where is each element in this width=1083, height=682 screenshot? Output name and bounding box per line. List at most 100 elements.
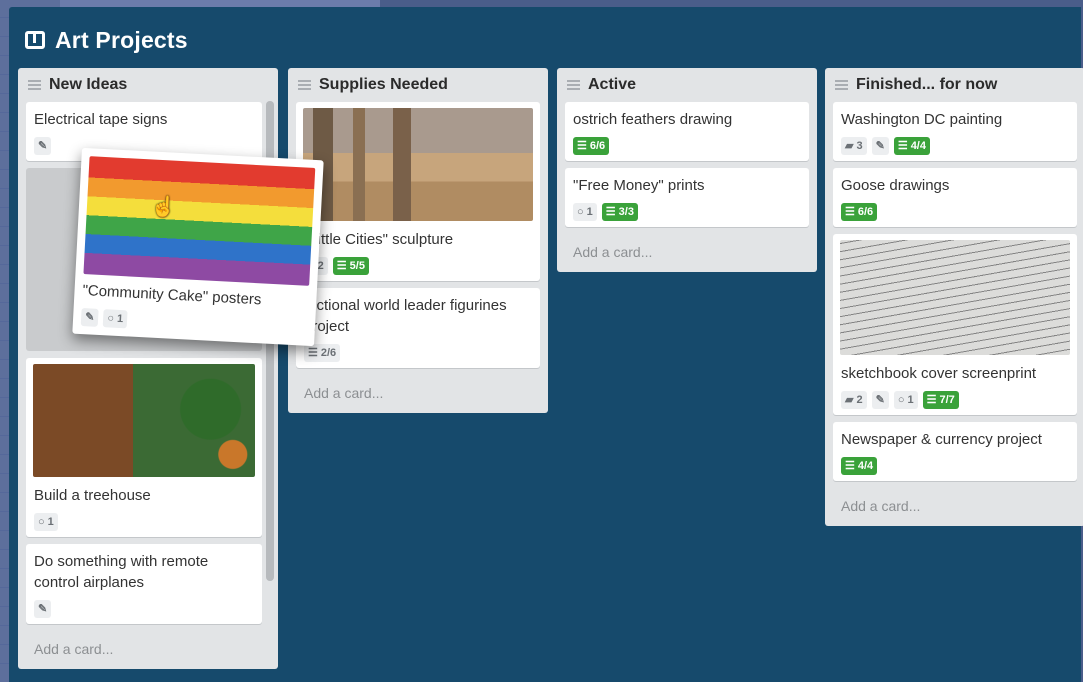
card-title: Electrical tape signs — [34, 111, 168, 128]
list-header: Active — [565, 68, 809, 102]
comments-badge: ○ 1 — [893, 390, 918, 409]
list-title[interactable]: Finished... for now — [856, 76, 997, 94]
card-badges: ☰ 6/6 — [841, 202, 1069, 221]
speech-bubble-icon: ▰ — [845, 140, 854, 152]
checklist-badge: ☰ 4/4 — [893, 136, 930, 155]
card-badges: ☰ 4/4 — [841, 456, 1069, 475]
list-menu-icon[interactable] — [28, 80, 41, 90]
speech-bubble-icon: ▰ — [845, 394, 854, 406]
list-active: Active ostrich feathers drawing ☰ 6/6 "Fr… — [557, 68, 817, 272]
list-finished-for-now: Finished... for now Washington DC painti… — [825, 68, 1083, 526]
card-cover-image — [83, 156, 316, 286]
add-card-button[interactable]: Add a card... — [833, 488, 1077, 526]
board-title[interactable]: Art Projects — [55, 27, 188, 54]
dragged-card-community-cake[interactable]: "Community Cake" posters ✎ ○ 1 ☝ — [72, 147, 324, 347]
checklist-icon: ☰ — [845, 460, 855, 472]
card-little-cities-sculpture[interactable]: "Little Cities" sculpture ○2 ☰5/5 — [296, 102, 540, 281]
checklist-badge: ☰ 2/6 — [304, 343, 341, 362]
list-title[interactable]: Supplies Needed — [319, 76, 448, 94]
card-cover-image — [303, 108, 533, 221]
comments-count: 1 — [47, 515, 54, 528]
checklist-count: 4/4 — [857, 459, 874, 472]
pencil-icon: ✎ — [875, 140, 885, 152]
checklist-count: 6/6 — [589, 139, 606, 152]
card-build-a-treehouse[interactable]: Build a treehouse ○ 1 — [26, 358, 262, 537]
card-title: Do something with remote control airplan… — [34, 553, 209, 591]
card-title: Build a treehouse — [34, 487, 151, 504]
votes-badge: ▰ 2 — [841, 390, 867, 409]
comment-icon: ○ — [107, 311, 115, 325]
votes-count: 2 — [856, 393, 863, 406]
board-icon — [25, 31, 45, 49]
checklist-badge: ☰ 6/6 — [573, 136, 610, 155]
comments-count: 1 — [586, 205, 593, 218]
checklist-count: 3/3 — [618, 205, 634, 218]
checklist-icon: ☰ — [336, 260, 347, 272]
list-header: New Ideas — [26, 68, 270, 102]
checklist-count: 5/5 — [349, 259, 365, 272]
checklist-icon: ☰ — [926, 394, 937, 406]
comments-count: 1 — [907, 393, 914, 406]
list-header: Supplies Needed — [296, 68, 540, 102]
card-washington-dc-painting[interactable]: Washington DC painting ▰ 3 ✎ ☰ 4/4 — [833, 102, 1077, 161]
hand-cursor-icon: ☝ — [150, 195, 177, 219]
list-menu-icon[interactable] — [298, 80, 311, 90]
board-header: Art Projects — [25, 23, 188, 57]
checklist-icon: ☰ — [845, 206, 855, 218]
checklist-badge: ☰ 4/4 — [841, 456, 878, 475]
card-fictional-world-leader[interactable]: Fictional world leader figurines project… — [296, 288, 540, 368]
checklist-badge: ☰ 6/6 — [841, 202, 878, 221]
checklist-count: 4/4 — [910, 139, 926, 152]
pencil-icon: ✎ — [38, 603, 48, 615]
votes-count: 3 — [856, 139, 863, 152]
card-badges: ✎ ○ 1 — [80, 307, 308, 338]
list-header: Finished... for now — [833, 68, 1077, 102]
comment-icon: ○ — [897, 393, 905, 406]
comment-icon: ○ — [577, 205, 584, 218]
card-sketchbook-cover-screenprint[interactable]: sketchbook cover screenprint ▰ 2 ✎ ○ 1 ☰ 7/… — [833, 234, 1077, 415]
card-cover-image — [33, 364, 255, 477]
card-title: sketchbook cover screenprint — [841, 365, 1037, 382]
description-badge: ✎ — [34, 599, 52, 618]
card-title: Washington DC painting — [841, 111, 1003, 128]
card-remote-control-airplanes[interactable]: Do something with remote control airplan… — [26, 544, 262, 624]
pencil-icon: ✎ — [38, 140, 48, 152]
list-supplies-needed: Supplies Needed "Little Cities" sculptur… — [288, 68, 548, 413]
checklist-icon: ☰ — [308, 347, 318, 359]
card-title: ostrich feathers drawing — [573, 111, 733, 128]
card-free-money-prints[interactable]: "Free Money" prints ○ 1 ☰ 3/3 — [565, 168, 809, 227]
card-badges: ○2 ☰5/5 — [304, 256, 532, 275]
card-goose-drawings[interactable]: Goose drawings ☰ 6/6 — [833, 168, 1077, 227]
description-badge: ✎ — [871, 390, 889, 409]
card-ostrich-feathers-drawing[interactable]: ostrich feathers drawing ☰ 6/6 — [565, 102, 809, 161]
checklist-badge: ☰ 5/5 — [332, 256, 369, 275]
checklist-badge: ☰ 7/7 — [922, 390, 959, 409]
card-newspaper-currency-project[interactable]: Newspaper & currency project ☰ 4/4 — [833, 422, 1077, 481]
pencil-icon: ✎ — [84, 311, 95, 324]
checklist-icon: ☰ — [577, 140, 587, 152]
card-title: "Free Money" prints — [573, 177, 705, 194]
card-title: Goose drawings — [841, 177, 950, 194]
card-title: Fictional world leader figurines project — [304, 297, 507, 335]
checklist-count: 7/7 — [939, 393, 955, 406]
add-card-button[interactable]: Add a card... — [26, 631, 270, 669]
card-badges: ○ 1 — [34, 512, 254, 531]
list-title[interactable]: New Ideas — [49, 76, 127, 94]
votes-badge: ▰ 3 — [841, 136, 867, 155]
checklist-badge: ☰ 3/3 — [601, 202, 638, 221]
comments-badge: ○ 1 — [102, 308, 128, 328]
description-badge: ✎ — [34, 136, 52, 155]
card-badges: ○ 1 ☰ 3/3 — [573, 202, 801, 221]
add-card-button[interactable]: Add a card... — [565, 234, 809, 272]
list-menu-icon[interactable] — [835, 80, 848, 90]
list-menu-icon[interactable] — [567, 80, 580, 90]
comments-count: 1 — [116, 312, 124, 325]
add-card-button[interactable]: Add a card... — [296, 375, 540, 413]
pencil-icon: ✎ — [875, 394, 885, 406]
card-title: "Little Cities" sculpture — [304, 231, 454, 248]
description-badge: ✎ — [871, 136, 889, 155]
card-badges: ☰ 2/6 — [304, 343, 532, 362]
list-title[interactable]: Active — [588, 76, 636, 94]
checklist-count: 6/6 — [857, 205, 874, 218]
card-badges: ▰ 3 ✎ ☰ 4/4 — [841, 136, 1069, 155]
